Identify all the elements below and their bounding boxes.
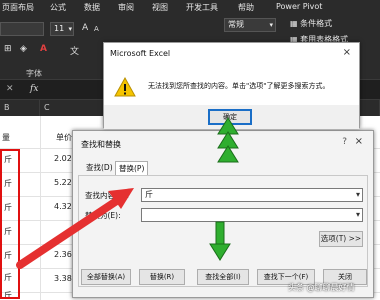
message-text: 无法找到您所查找的内容。单击"选项"了解更多搜索方式。 [148,82,330,90]
price-cell[interactable]: 3.38 [54,274,72,283]
chevron-down-icon[interactable]: ▾ [356,189,360,201]
grid-line [40,116,41,300]
find-what-value: 斤 [145,190,153,199]
replace-all-button[interactable]: 全部替换(A) [81,269,131,285]
find-all-button[interactable]: 查找全部(I) [197,269,249,285]
price-cell[interactable]: 2.36 [54,250,72,259]
replace-with-label: 替换为(E): [85,211,121,220]
font-group-label: 字体 [26,69,42,78]
font-shrink-icon[interactable]: A [94,25,99,33]
tab-data[interactable]: 数据 [84,2,100,13]
font-color-icon[interactable]: A [40,44,47,54]
tab-power-pivot[interactable]: Power Pivot [276,2,322,11]
tab-replace[interactable]: 替换(P) [115,161,149,176]
borders-icon[interactable]: ⊞ [4,44,12,54]
close-icon[interactable]: × [355,136,363,147]
chevron-down-icon: ▾ [269,21,273,29]
tab-developer[interactable]: 开发工具 [186,2,218,13]
options-button[interactable]: 选项(T) >> [319,231,363,247]
font-name-box[interactable] [0,22,44,36]
header-cell-quantity[interactable]: 量 [0,128,28,148]
chevron-down-icon: ▾ [68,25,72,33]
replace-button[interactable]: 替换(R) [139,269,185,285]
fill-color-icon[interactable]: ◈ [20,44,27,54]
price-cell[interactable]: 4.32 [54,202,72,211]
tab-help[interactable]: 帮助 [238,2,254,13]
watermark: 头条 @聊聊晨好情 [288,283,355,292]
font-size-value: 11 [54,24,65,33]
conditional-format-button[interactable]: ▦ 条件格式 [290,18,332,29]
message-box-title: Microsoft Excel [110,49,171,58]
help-icon[interactable]: ? [342,137,347,147]
phonetic-icon[interactable]: 文 [70,44,79,57]
ok-button[interactable]: 确定 [208,109,252,125]
header-cell-unit-price[interactable]: 单价 [56,128,72,148]
highlight-box [0,149,20,299]
number-format-box[interactable]: 常规 ▾ [224,18,276,32]
dialog-title: 查找和替换 [81,140,121,149]
column-header-b[interactable]: B [0,100,40,116]
tab-formulas[interactable]: 公式 [50,2,66,13]
insert-function-icon[interactable]: fx [30,84,38,94]
cancel-icon[interactable]: ✕ [6,84,14,94]
chevron-down-icon[interactable]: ▾ [356,209,360,221]
ribbon-tab-bar: 页面布局 公式 数据 审阅 视图 开发工具 帮助 Power Pivot [0,0,380,14]
tab-view[interactable]: 视图 [152,2,168,13]
find-replace-dialog: 查找和替换 ? × 查找(D) 替换(P) 查找内容(N): 斤 ▾ 替换为(E… [72,130,374,298]
find-what-label: 查找内容(N): [85,191,129,200]
replace-with-input[interactable]: ▾ [141,208,363,222]
tab-page-layout[interactable]: 页面布局 [2,2,34,13]
font-grow-icon[interactable]: A [82,23,88,33]
price-cell[interactable]: 5.22 [54,178,72,187]
number-format-value: 常规 [228,20,244,29]
close-icon[interactable]: × [343,47,351,58]
warning-icon [114,77,136,97]
font-size-box[interactable]: 11 ▾ [50,22,74,36]
find-what-input[interactable]: 斤 ▾ [141,188,363,202]
excel-message-box: Microsoft Excel × 无法找到您所查找的内容。单击"选项"了解更多… [103,42,360,129]
price-cell[interactable]: 2.02 [54,154,72,163]
tab-review[interactable]: 审阅 [118,2,134,13]
message-box-footer: 确定 [104,105,359,129]
tab-find[interactable]: 查找(D) [83,161,116,175]
conditional-format-label: 条件格式 [300,19,333,28]
